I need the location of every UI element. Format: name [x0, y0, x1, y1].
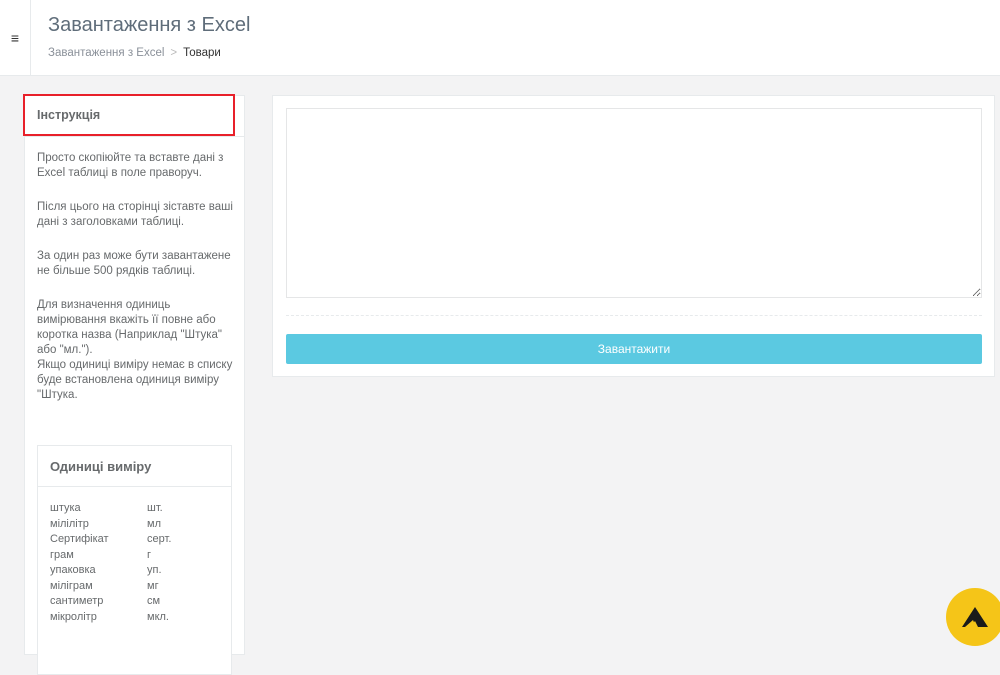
list-item: сантиметр см — [50, 594, 231, 610]
units-title: Одиниці виміру — [38, 446, 231, 487]
units-panel: Одиниці виміру штука шт. мілілітр мл Серти… — [37, 445, 232, 675]
brand-logo-button[interactable] — [946, 588, 1000, 646]
unit-name: сантиметр — [50, 595, 104, 607]
list-item: міліграм мг — [50, 579, 231, 595]
instruction-text: Для визначення одиниць вимірювання вкажі… — [37, 299, 222, 356]
hamburger-icon: ≡ — [10, 30, 20, 46]
unit-short: серт. — [147, 533, 172, 545]
unit-name: міліграм — [50, 579, 93, 592]
list-item: Сертифікат серт. — [50, 532, 231, 548]
instructions-panel: Інструкція Просто скопіюйте та вставте д… — [24, 95, 245, 675]
unit-short: мг — [147, 579, 159, 592]
unit-name: Сертифікат — [50, 533, 109, 545]
list-item: грам г — [50, 548, 231, 564]
units-list: штука шт. мілілітр мл Сертифікат серт. грам… — [38, 487, 231, 625]
top-bar: ≡ Завантаження з Excel Завантаження з Ex… — [0, 0, 1000, 76]
instruction-text: За один раз може бути завантажене не біл… — [37, 250, 231, 277]
import-panel: Завантажити — [272, 95, 995, 377]
breadcrumb-current: Товари — [183, 47, 221, 59]
unit-short: уп. — [147, 564, 162, 576]
instruction-text: Якщо одиниці виміру немає в списку буде … — [37, 359, 233, 401]
form-divider — [286, 315, 982, 316]
instructions-title: Інструкція — [25, 96, 244, 137]
excel-data-textarea[interactable] — [286, 108, 982, 298]
unit-short: г — [147, 548, 152, 561]
brand-logo-icon — [962, 607, 988, 627]
list-item: мілілітр мл — [50, 517, 231, 533]
instruction-text: Після цього на сторінці зіставте ваші да… — [37, 201, 233, 228]
unit-short: см — [147, 595, 161, 607]
unit-short: мкл. — [147, 610, 169, 623]
breadcrumb-link-excel-import[interactable]: Завантаження з Excel — [48, 47, 164, 59]
instruction-text: Просто скопіюйте та вставте дані з Excel… — [37, 152, 224, 179]
unit-name: упаковка — [50, 564, 96, 576]
breadcrumb: Завантаження з Excel > Товари — [48, 47, 221, 59]
unit-name: мікролітр — [50, 610, 97, 623]
breadcrumb-separator: > — [170, 47, 178, 59]
upload-button[interactable]: Завантажити — [286, 334, 982, 364]
page-title: Завантаження з Excel — [48, 14, 251, 36]
instructions-body: Просто скопіюйте та вставте дані з Excel… — [25, 137, 244, 403]
unit-short: мл — [147, 517, 161, 530]
list-item: упаковка уп. — [50, 563, 231, 579]
unit-name: мілілітр — [50, 517, 89, 530]
list-item: штука шт. — [50, 501, 231, 517]
unit-name: грам — [50, 548, 74, 561]
menu-toggle-button[interactable]: ≡ — [0, 0, 31, 76]
list-item: мікролітр мкл. — [50, 610, 231, 626]
unit-short: шт. — [147, 502, 163, 514]
unit-name: штука — [50, 502, 81, 514]
